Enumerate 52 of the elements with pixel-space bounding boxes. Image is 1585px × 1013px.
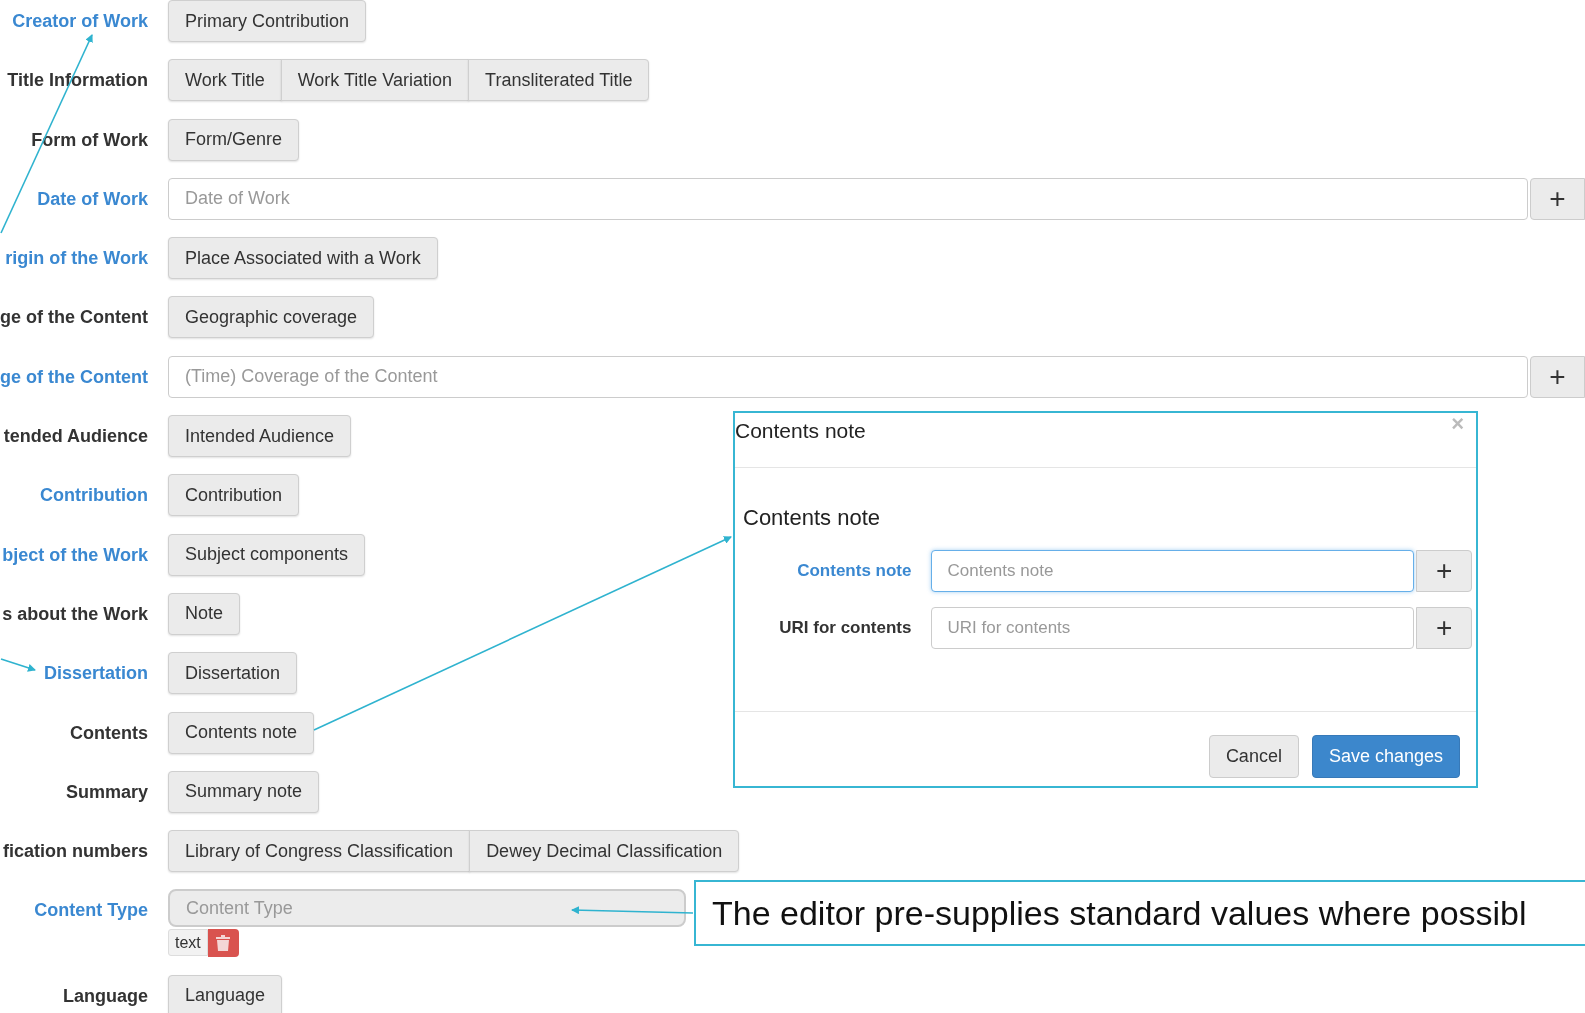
section-button[interactable]: Geographic coverage (168, 296, 375, 339)
section-heading: Contents note (743, 505, 881, 531)
delete-button[interactable] (207, 929, 239, 958)
select-field[interactable]: Content Type (168, 889, 686, 928)
field-label: fication numbers (2, 840, 148, 864)
add-button[interactable]: + (1416, 607, 1472, 649)
section-button[interactable]: Dewey Decimal Classification (469, 830, 740, 873)
section-button[interactable]: Work Title Variation (280, 59, 470, 102)
input-field[interactable]: Date of Work (168, 177, 1528, 220)
field-label: s about the Work (2, 602, 148, 626)
callout-text: The editor pre-supplies standard values where possibl (694, 880, 1585, 946)
annotation-arrow (0, 658, 36, 672)
field-label: ge of the Content (0, 365, 148, 389)
section-button[interactable]: Library of Congress Classification (168, 830, 471, 873)
field-label: Language (63, 984, 148, 1008)
save-button[interactable]: Save changes (1311, 735, 1460, 778)
field-label: bject of the Work (2, 543, 148, 567)
cancel-button[interactable]: Cancel (1208, 735, 1299, 778)
section-button[interactable]: Place Associated with a Work (168, 237, 438, 280)
add-button[interactable]: + (1530, 355, 1585, 398)
section-button[interactable]: Contents note (168, 711, 315, 754)
field-label: Creator of Work (12, 10, 148, 33)
trash-icon (216, 935, 231, 952)
field-label: Contents (70, 721, 148, 745)
section-button[interactable]: Dissertation (168, 652, 298, 695)
field-label: URI for contents (779, 618, 912, 638)
tag-label: text (168, 929, 208, 957)
input-field[interactable]: URI for contents (931, 607, 1415, 649)
input-field[interactable]: Contents note (931, 550, 1415, 592)
section-button[interactable]: Note (168, 592, 241, 635)
section-button[interactable]: Language (168, 974, 283, 1013)
field-label: ge of the Content (0, 306, 148, 330)
field-label: Contribution (40, 484, 148, 508)
section-button[interactable]: Subject components (168, 533, 366, 576)
add-button[interactable]: + (1530, 177, 1585, 220)
field-label: tended Audience (3, 425, 148, 449)
field-label: Dissertation (43, 662, 148, 686)
field-label: Summary (65, 780, 148, 804)
section-button[interactable]: Primary Contribution (168, 0, 367, 42)
section-button[interactable]: Transliterated Title (468, 59, 650, 102)
field-label: rigin of the Work (5, 247, 148, 271)
field-label: Content Type (34, 899, 148, 923)
section-button[interactable]: Intended Audience (168, 415, 352, 458)
modal-title: Contents note (735, 419, 866, 443)
section-button[interactable]: Contribution (168, 474, 300, 517)
field-label: Contents note (797, 561, 912, 581)
add-button[interactable]: + (1416, 550, 1472, 592)
section-button[interactable]: Work Title (168, 59, 282, 102)
section-button[interactable]: Summary note (168, 770, 320, 813)
input-field[interactable]: (Time) Coverage of the Content (168, 355, 1528, 398)
field-label: Date of Work (37, 187, 148, 211)
section-button[interactable]: Form/Genre (168, 118, 300, 161)
